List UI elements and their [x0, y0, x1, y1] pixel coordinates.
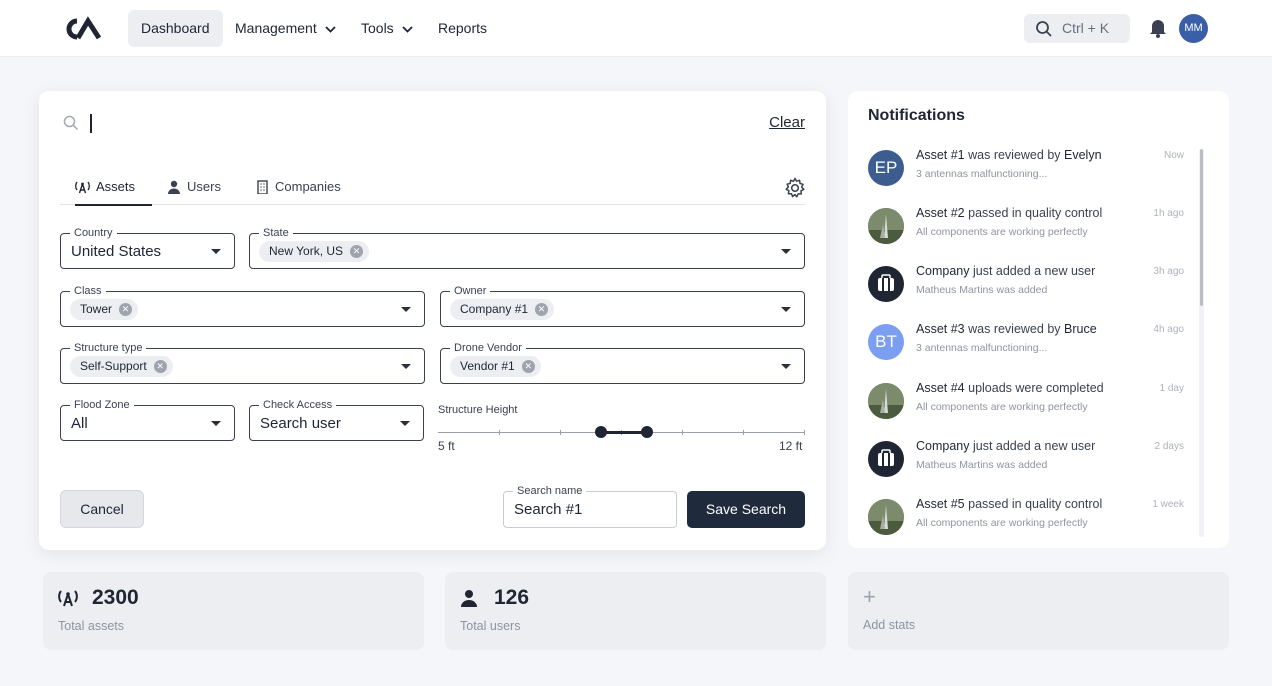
nav-tools[interactable]: Tools	[348, 10, 426, 47]
chevron-down-icon	[402, 26, 413, 33]
check-access-select[interactable]: Check Access Search user	[249, 398, 424, 441]
nav-management[interactable]: Management	[222, 10, 349, 47]
plus-icon: +	[863, 584, 876, 609]
asset-photo-avatar	[868, 208, 904, 244]
tab-users[interactable]: Users	[167, 179, 221, 205]
chevron-down-icon	[325, 26, 336, 33]
owner-chip: Company #1 ✕	[450, 299, 555, 320]
company-logo[interactable]	[62, 16, 102, 42]
tab-companies[interactable]: Companies	[256, 179, 341, 205]
slider-tick	[682, 430, 683, 435]
stat-caption: Add stats	[863, 618, 916, 632]
stat-card-users[interactable]: 126 Total users	[445, 572, 826, 650]
stat-value: 126	[494, 586, 530, 609]
search-input[interactable]	[90, 114, 92, 133]
notification-item[interactable]: Asset #4 uploads were completed All comp…	[868, 381, 1184, 425]
user-icon	[461, 590, 477, 607]
search-tabs: Assets Users Companies	[60, 171, 805, 206]
search-icon	[1036, 21, 1052, 37]
stat-caption: Total users	[460, 619, 521, 633]
notifications-panel: Notifications EP Asset #1 was reviewed b…	[848, 91, 1229, 548]
search-name-input[interactable]: Search name Search #1	[503, 484, 677, 528]
notification-item[interactable]: Asset #5 passed in quality control All c…	[868, 497, 1184, 541]
notifications-title: Notifications	[868, 107, 965, 124]
stat-card-assets[interactable]: 2300 Total assets	[43, 572, 424, 650]
notification-item[interactable]: BT Asset #3 was reviewed by Bruce 3 ante…	[868, 322, 1184, 366]
search-shortcut: Ctrl + K	[1062, 20, 1110, 36]
slider-min-handle[interactable]	[595, 426, 607, 438]
top-navbar: Dashboard Management Tools Reports Ctrl …	[0, 0, 1272, 57]
caret-down-icon	[211, 421, 221, 426]
nav-reports[interactable]: Reports	[425, 10, 500, 47]
stat-caption: Total assets	[58, 619, 125, 633]
remove-chip-icon[interactable]: ✕	[119, 303, 133, 316]
owner-select[interactable]: Owner Company #1 ✕	[440, 284, 805, 327]
drone-vendor-select[interactable]: Drone Vendor Vendor #1 ✕	[440, 341, 805, 384]
antenna-icon	[75, 181, 90, 194]
briefcase-icon	[868, 266, 904, 302]
scrollbar-thumb[interactable]	[1200, 149, 1203, 306]
slider-max-label: 12 ft	[779, 439, 803, 453]
cancel-button[interactable]: Cancel	[60, 490, 144, 528]
avatar: BT	[868, 324, 904, 360]
notification-item[interactable]: Company just added a new user Matheus Ma…	[868, 264, 1184, 308]
remove-chip-icon[interactable]: ✕	[153, 360, 167, 373]
search-panel: Clear Assets Users Companies Country Uni…	[39, 91, 826, 550]
asset-photo-avatar	[868, 383, 904, 419]
save-search-button[interactable]: Save Search	[687, 491, 805, 528]
slider-min-label: 5 ft	[438, 439, 455, 453]
structure-type-chip: Self-Support ✕	[70, 356, 173, 377]
slider-tick	[804, 430, 805, 435]
slider-tick	[560, 430, 561, 435]
caret-down-icon	[400, 421, 410, 426]
caret-down-icon	[401, 364, 411, 369]
remove-chip-icon[interactable]: ✕	[535, 303, 549, 316]
bell-icon[interactable]	[1149, 18, 1167, 38]
nav-dashboard[interactable]: Dashboard	[128, 10, 223, 47]
country-select[interactable]: Country United States	[60, 226, 235, 269]
notification-item[interactable]: Asset #2 passed in quality control All c…	[868, 206, 1184, 250]
caret-down-icon	[781, 364, 791, 369]
caret-down-icon	[781, 249, 791, 254]
avatar: EP	[868, 150, 904, 186]
gear-icon[interactable]	[784, 177, 806, 199]
remove-chip-icon[interactable]: ✕	[350, 245, 364, 258]
stat-value: 2300	[92, 586, 139, 609]
flood-zone-select[interactable]: Flood Zone All	[60, 398, 235, 441]
slider-tick	[743, 430, 744, 435]
global-search-button[interactable]: Ctrl + K	[1024, 14, 1130, 43]
remove-chip-icon[interactable]: ✕	[521, 360, 535, 373]
slider-max-handle[interactable]	[641, 426, 653, 438]
tab-assets[interactable]: Assets	[75, 179, 152, 206]
state-select[interactable]: State New York, US ✕	[249, 226, 805, 269]
search-icon	[63, 115, 79, 131]
antenna-icon	[58, 590, 78, 607]
structure-height-label: Structure Height	[438, 404, 518, 416]
slider-tick	[499, 430, 500, 435]
clear-button[interactable]: Clear	[769, 114, 805, 131]
drone-vendor-chip: Vendor #1 ✕	[450, 356, 541, 377]
user-avatar[interactable]: MM	[1179, 14, 1208, 43]
user-icon	[168, 180, 180, 194]
caret-down-icon	[401, 307, 411, 312]
state-chip: New York, US ✕	[259, 241, 370, 262]
building-icon	[257, 180, 268, 195]
add-stats-card[interactable]: + Add stats	[848, 572, 1229, 650]
class-select[interactable]: Class Tower ✕	[60, 284, 425, 327]
class-chip: Tower ✕	[70, 299, 139, 320]
caret-down-icon	[211, 249, 221, 254]
briefcase-icon	[868, 441, 904, 477]
asset-photo-avatar	[868, 499, 904, 535]
caret-down-icon	[781, 307, 791, 312]
notification-item[interactable]: Company just added a new user Matheus Ma…	[868, 439, 1184, 483]
structure-type-select[interactable]: Structure type Self-Support ✕	[60, 341, 425, 384]
notification-item[interactable]: EP Asset #1 was reviewed by Evelyn 3 ant…	[868, 148, 1184, 192]
